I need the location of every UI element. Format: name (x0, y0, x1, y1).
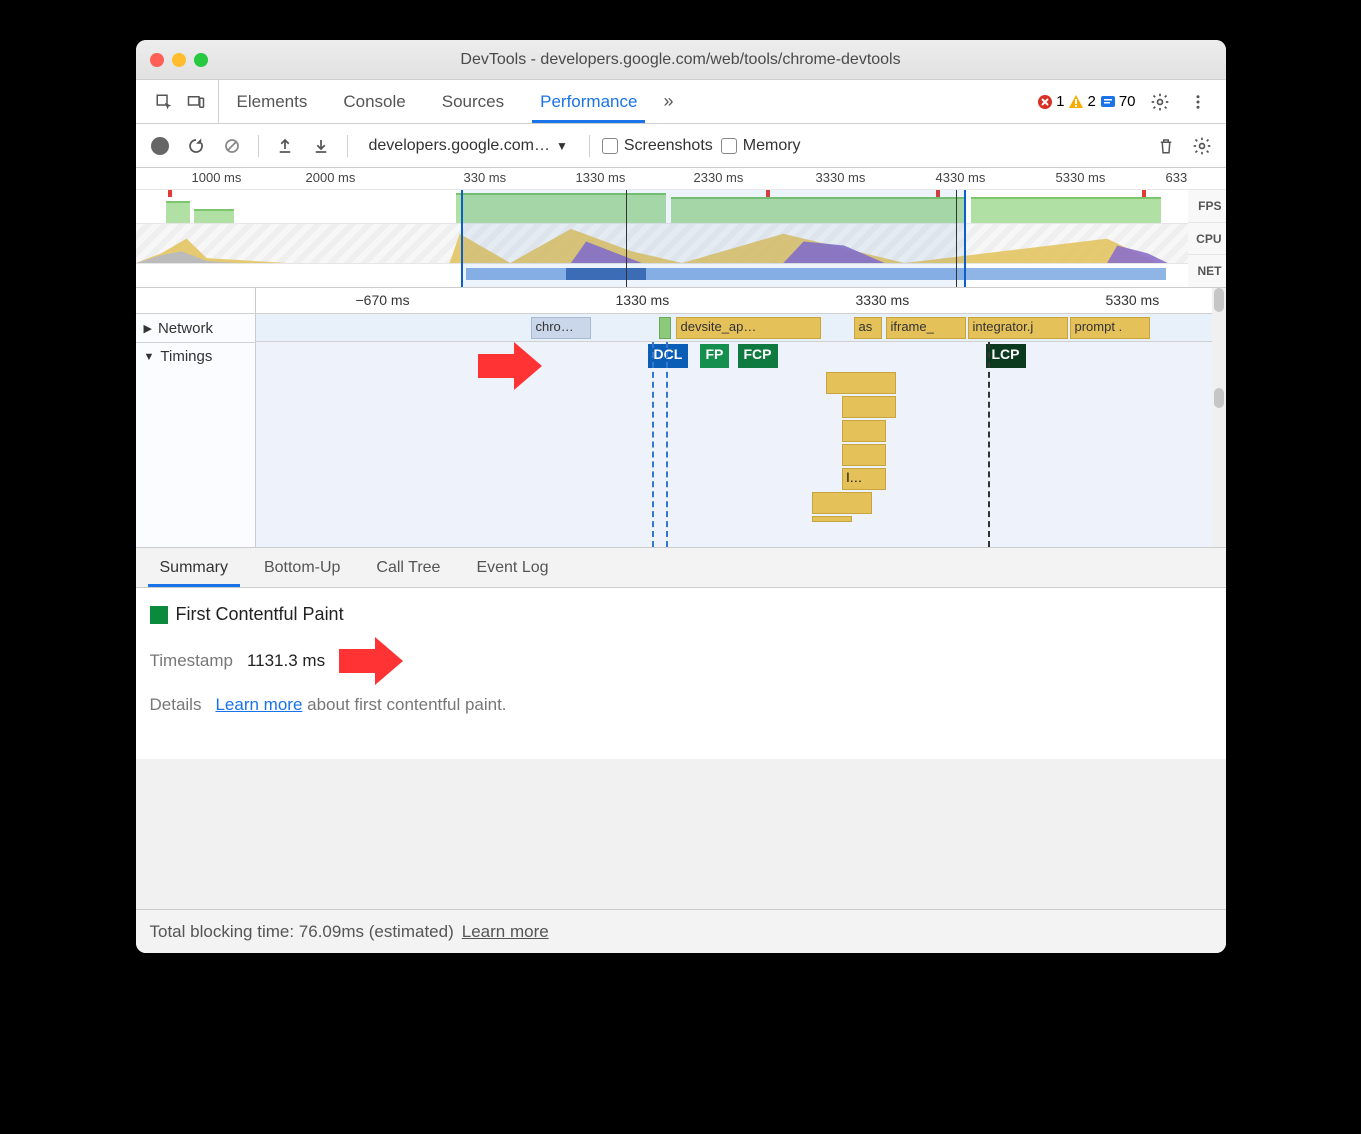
timings-row: DCL FP FCP LCP l… (256, 342, 1226, 547)
network-row: chro… devsite_ap… as iframe_ integrator.… (256, 314, 1226, 342)
total-blocking-time: Total blocking time: 76.09ms (estimated) (150, 922, 454, 942)
tab-call-tree[interactable]: Call Tree (358, 548, 458, 587)
devtools-window: DevTools - developers.google.com/web/too… (136, 40, 1226, 953)
footer-bar: Total blocking time: 76.09ms (estimated)… (136, 909, 1226, 953)
task-block[interactable] (826, 372, 896, 394)
window-title: DevTools - developers.google.com/web/too… (136, 51, 1226, 69)
status-badges[interactable]: 1 2 70 (1037, 93, 1135, 110)
timeline-panel[interactable]: ▶Network ▼Timings −670 ms 1330 ms 3330 m… (136, 288, 1226, 548)
details-text: about first contentful paint. (302, 695, 506, 714)
minimize-window-button[interactable] (172, 53, 186, 67)
record-button[interactable] (146, 132, 174, 160)
footer-learn-more-link[interactable]: Learn more (462, 922, 549, 942)
learn-more-link[interactable]: Learn more (215, 695, 302, 714)
titlebar: DevTools - developers.google.com/web/too… (136, 40, 1226, 80)
kebab-menu-icon[interactable] (1184, 88, 1212, 116)
network-item-as[interactable]: as (854, 317, 882, 339)
timing-badge-dcl[interactable]: DCL (648, 344, 689, 368)
timeline-ruler: −670 ms 1330 ms 3330 ms 5330 ms (256, 288, 1226, 314)
reload-record-button[interactable] (182, 132, 210, 160)
network-item-iframe[interactable]: iframe_ (886, 317, 966, 339)
task-block[interactable] (812, 516, 852, 522)
task-block-long[interactable]: l… (842, 468, 886, 490)
empty-panel (136, 759, 1226, 909)
tab-console[interactable]: Console (325, 80, 423, 123)
error-count: 1 (1056, 93, 1064, 110)
message-count: 70 (1119, 93, 1136, 110)
timestamp-label: Timestamp (150, 651, 233, 671)
overview-track-labels: FPS CPU NET (1188, 190, 1226, 287)
tab-sources[interactable]: Sources (424, 80, 522, 123)
device-toggle-icon[interactable] (182, 88, 210, 116)
delete-profile-icon[interactable] (1152, 132, 1180, 160)
network-item-devsite[interactable]: devsite_ap… (676, 317, 821, 339)
capture-settings-icon[interactable] (1188, 132, 1216, 160)
traffic-lights (150, 53, 208, 67)
task-block[interactable] (842, 420, 886, 442)
memory-checkbox[interactable]: Memory (721, 137, 801, 155)
profile-selector-label: developers.google.com… (369, 137, 550, 155)
settings-icon[interactable] (1146, 88, 1174, 116)
timestamp-value: 1131.3 ms (247, 651, 325, 671)
task-block[interactable] (812, 492, 872, 514)
timing-badge-fcp[interactable]: FCP (738, 344, 778, 368)
timeline-track-labels: ▶Network ▼Timings (136, 288, 256, 547)
summary-panel: First Contentful Paint Timestamp 1131.3 … (136, 588, 1226, 759)
save-profile-icon[interactable] (307, 132, 335, 160)
timeline-content: −670 ms 1330 ms 3330 ms 5330 ms chro… de… (256, 288, 1226, 547)
main-toolbar: Elements Console Sources Performance » 1… (136, 80, 1226, 124)
task-block[interactable] (842, 444, 886, 466)
details-tabs: Summary Bottom-Up Call Tree Event Log (136, 548, 1226, 588)
warning-count: 2 (1087, 93, 1095, 110)
overview-selection[interactable] (461, 190, 966, 287)
clear-button[interactable] (218, 132, 246, 160)
network-row-header[interactable]: ▶Network (136, 314, 255, 342)
event-color-swatch (150, 606, 168, 624)
main-tabs: Elements Console Sources Performance » (219, 80, 1030, 123)
tab-event-log[interactable]: Event Log (458, 548, 566, 587)
network-item-f[interactable] (659, 317, 671, 339)
tab-elements[interactable]: Elements (219, 80, 326, 123)
task-block[interactable] (842, 396, 896, 418)
timings-row-header[interactable]: ▼Timings (136, 342, 255, 370)
performance-toolbar: developers.google.com…▼ Screenshots Memo… (136, 124, 1226, 168)
event-title: First Contentful Paint (176, 604, 344, 625)
close-window-button[interactable] (150, 53, 164, 67)
overview-ruler: 1000 ms 2000 ms 330 ms 1330 ms 2330 ms 3… (136, 168, 1226, 190)
network-item-integrator[interactable]: integrator.j (968, 317, 1068, 339)
network-item-prompt[interactable]: prompt . (1070, 317, 1150, 339)
load-profile-icon[interactable] (271, 132, 299, 160)
overview-panel[interactable]: 1000 ms 2000 ms 330 ms 1330 ms 2330 ms 3… (136, 168, 1226, 288)
timeline-scrollbar[interactable] (1212, 288, 1226, 547)
maximize-window-button[interactable] (194, 53, 208, 67)
collapse-icon: ▼ (144, 351, 155, 363)
timing-badge-lcp[interactable]: LCP (986, 344, 1026, 368)
network-item-chro[interactable]: chro… (531, 317, 591, 339)
profile-selector[interactable]: developers.google.com…▼ (360, 132, 577, 160)
overview-tracks (136, 190, 1188, 287)
details-label: Details (150, 695, 202, 715)
timing-badge-fp[interactable]: FP (700, 344, 730, 368)
screenshots-checkbox[interactable]: Screenshots (602, 137, 713, 155)
more-tabs-button[interactable]: » (655, 80, 681, 123)
tab-summary[interactable]: Summary (142, 548, 246, 587)
expand-icon: ▶ (144, 322, 152, 335)
inspect-element-icon[interactable] (150, 88, 178, 116)
tab-bottom-up[interactable]: Bottom-Up (246, 548, 358, 587)
tab-performance[interactable]: Performance (522, 80, 655, 123)
